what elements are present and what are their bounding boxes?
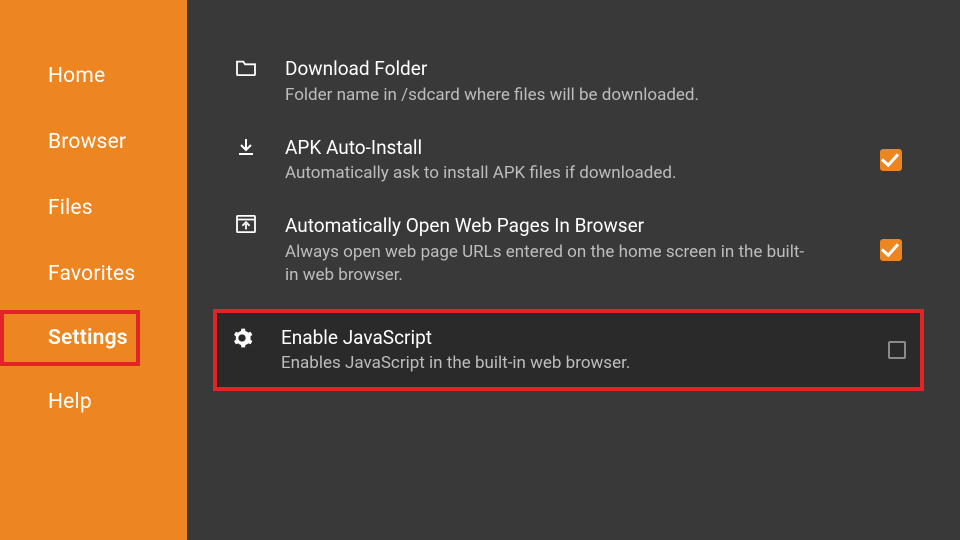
- app-root: Home Browser Files Favorites Settings He…: [0, 0, 960, 540]
- sidebar-item-label: Files: [48, 196, 93, 220]
- sidebar-item-label: Browser: [48, 130, 126, 154]
- sidebar-item-label: Settings: [48, 326, 128, 350]
- setting-apk-auto-install[interactable]: APK Auto-Install Automatically ask to in…: [217, 121, 920, 200]
- setting-text: Enable JavaScript Enables JavaScript in …: [281, 325, 850, 376]
- setting-text: Download Folder Folder name in /sdcard w…: [285, 56, 902, 107]
- setting-title: Automatically Open Web Pages In Browser: [285, 213, 842, 239]
- gear-icon: [231, 325, 253, 349]
- setting-title: Enable JavaScript: [281, 325, 850, 351]
- sidebar-item-home[interactable]: Home: [0, 52, 187, 100]
- sidebar-item-label: Home: [48, 64, 105, 88]
- setting-desc: Enables JavaScript in the built-in web b…: [281, 352, 801, 375]
- setting-text: Automatically Open Web Pages In Browser …: [285, 213, 842, 287]
- sidebar-item-files[interactable]: Files: [0, 184, 187, 232]
- sidebar-item-settings[interactable]: Settings: [0, 310, 140, 366]
- sidebar-item-favorites[interactable]: Favorites: [0, 250, 187, 298]
- setting-auto-open-browser[interactable]: Automatically Open Web Pages In Browser …: [217, 199, 920, 301]
- checkbox-checked-icon: [880, 149, 902, 171]
- checkbox-checked-icon: [880, 239, 902, 261]
- settings-panel: Download Folder Folder name in /sdcard w…: [187, 0, 960, 540]
- checkbox-enable-javascript[interactable]: [888, 341, 906, 359]
- checkbox-unchecked-icon: [888, 341, 906, 359]
- setting-desc: Folder name in /sdcard where files will …: [285, 84, 805, 107]
- sidebar: Home Browser Files Favorites Settings He…: [0, 0, 187, 540]
- sidebar-item-label: Favorites: [48, 262, 135, 286]
- sidebar-item-help[interactable]: Help: [0, 378, 187, 426]
- open-in-browser-icon: [235, 213, 257, 233]
- setting-title: APK Auto-Install: [285, 135, 842, 161]
- setting-desc: Always open web page URLs entered on the…: [285, 241, 805, 287]
- download-icon: [235, 135, 257, 157]
- checkbox-apk-auto-install[interactable]: [880, 149, 902, 171]
- folder-icon: [235, 56, 257, 76]
- setting-title: Download Folder: [285, 56, 902, 82]
- setting-desc: Automatically ask to install APK files i…: [285, 162, 805, 185]
- setting-download-folder[interactable]: Download Folder Folder name in /sdcard w…: [217, 42, 920, 121]
- setting-text: APK Auto-Install Automatically ask to in…: [285, 135, 842, 186]
- sidebar-item-browser[interactable]: Browser: [0, 118, 187, 166]
- setting-enable-javascript[interactable]: Enable JavaScript Enables JavaScript in …: [213, 309, 924, 392]
- checkbox-auto-open-browser[interactable]: [880, 239, 902, 261]
- sidebar-item-label: Help: [48, 390, 92, 414]
